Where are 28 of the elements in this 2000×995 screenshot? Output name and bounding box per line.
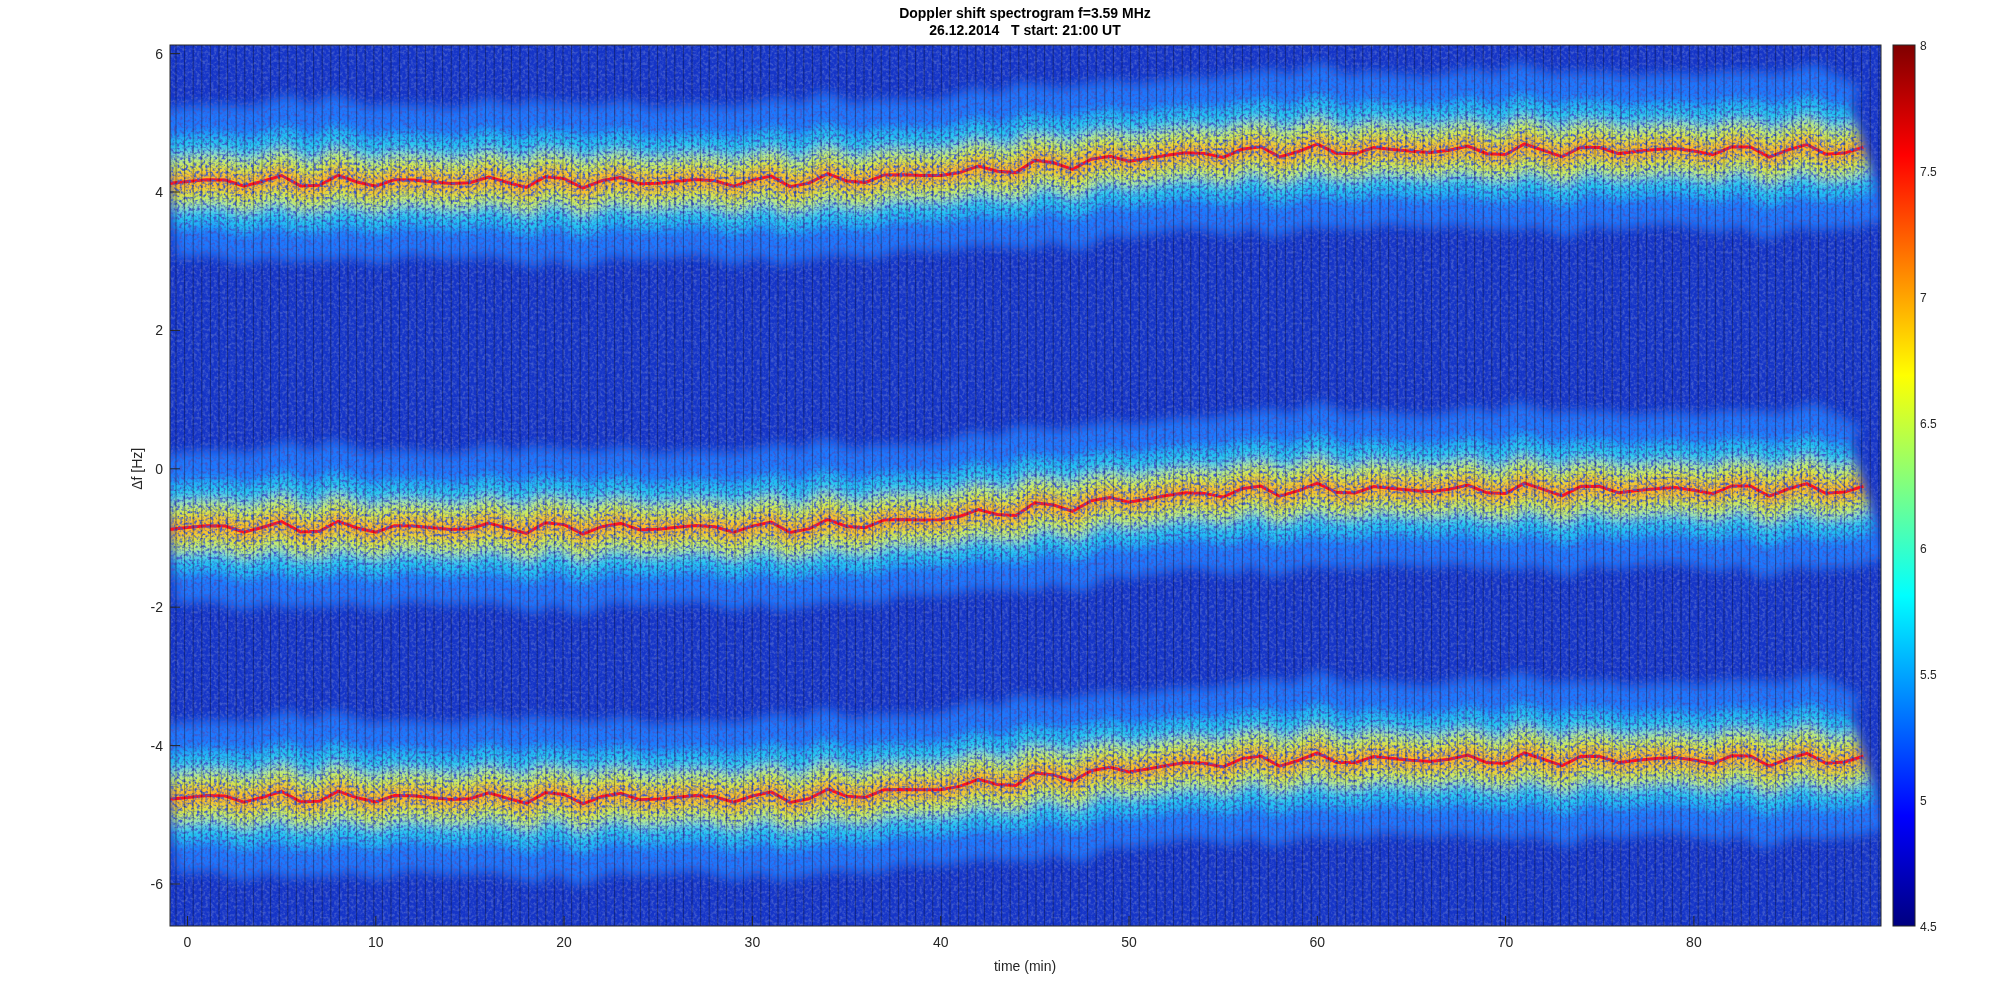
x-tick-label: 60 [1309, 934, 1326, 950]
x-tick-label: 0 [183, 934, 192, 950]
y-tick-label: 4 [155, 184, 163, 200]
colorbar-tick-label: 4.5 [1920, 920, 1937, 934]
y-tick-label: 2 [155, 322, 163, 339]
colorbar-tick-label: 6.5 [1920, 416, 1937, 431]
colorbar-tick-label: 6 [1920, 542, 1927, 557]
colorbar-tick-label: 7.5 [1920, 164, 1937, 179]
x-tick-label: 40 [932, 934, 949, 950]
x-tick-label: 70 [1497, 934, 1514, 950]
x-tick-label: 10 [368, 934, 384, 950]
y-tick-label: 6 [155, 45, 163, 62]
colorbar-tick-label: 5.5 [1920, 668, 1937, 683]
y-tick-label: 0 [155, 460, 163, 477]
x-tick-label: 30 [744, 934, 761, 950]
y-axis-label: Δf [Hz] [129, 447, 145, 490]
y-tick-label: -2 [150, 599, 163, 616]
y-tick-label: -6 [150, 876, 163, 892]
x-tick-label: 20 [556, 934, 572, 950]
x-axis-label: time (min) [993, 958, 1057, 974]
colorbar-tick-label: 5 [1920, 794, 1927, 809]
x-tick-label: 50 [1121, 934, 1137, 950]
colorbar-tick-label: 7 [1920, 290, 1927, 305]
chart-title: 26.12.2014 T start: 21:00 UT [929, 22, 1121, 38]
x-tick-label: 80 [1686, 934, 1702, 950]
colorbar-tick-label: 8 [1920, 39, 1927, 53]
y-tick-label: -4 [150, 737, 163, 754]
chart-title: Doppler shift spectrogram f=3.59 MHz [899, 5, 1151, 21]
